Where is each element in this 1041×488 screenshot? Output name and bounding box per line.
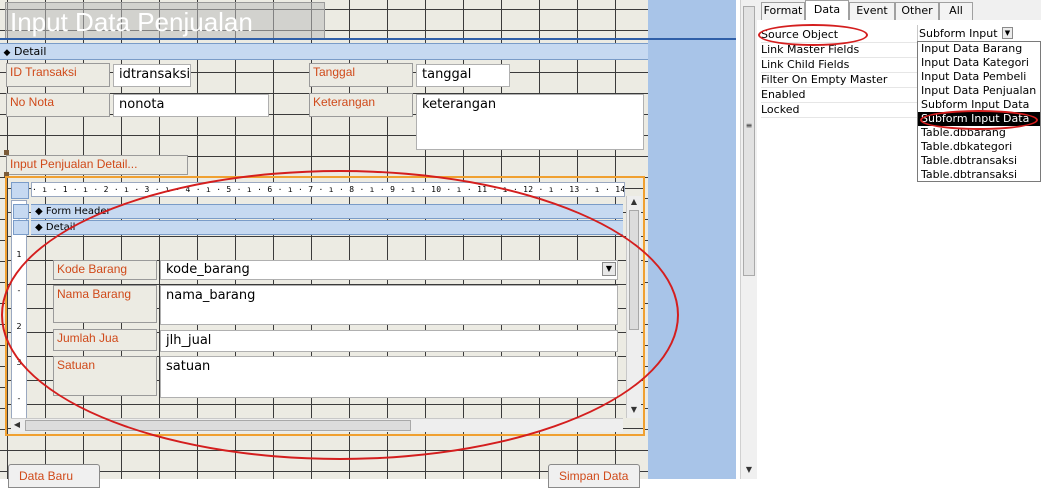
tab-data[interactable]: Data xyxy=(805,0,849,20)
field-nama-barang[interactable]: nama_barang xyxy=(160,285,618,325)
grip-icon: ≡ xyxy=(745,121,753,130)
dropdown-option[interactable]: Input Data Pembeli xyxy=(918,70,1040,84)
label-id-transaksi[interactable]: ID Transaksi xyxy=(6,63,110,87)
prop-enabled[interactable]: Enabled xyxy=(761,87,917,103)
data-baru-button[interactable]: Data Baru xyxy=(8,464,100,488)
detail-section-label: Detail xyxy=(14,45,47,58)
field-jlh-jual[interactable]: jlh_jual xyxy=(160,330,618,352)
subform-detail-label: Detail xyxy=(45,222,76,233)
dropdown-option-selected[interactable]: Subform Input Data xyxy=(918,112,1040,126)
dropdown-option[interactable]: Input Data Kategori xyxy=(918,56,1040,70)
tab-all[interactable]: All xyxy=(939,2,973,20)
tab-event[interactable]: Event xyxy=(849,2,895,20)
combo-kode-barang[interactable]: kode_barang ▼ xyxy=(160,260,618,280)
field-tanggal[interactable]: tanggal xyxy=(416,64,510,87)
field-satuan[interactable]: satuan xyxy=(160,356,618,398)
subform-vertical-scrollbar[interactable]: ▲ ▼ xyxy=(626,196,641,418)
tab-other[interactable]: Other xyxy=(895,2,939,20)
scroll-down-icon[interactable]: ▼ xyxy=(628,404,640,416)
label-satuan[interactable]: Satuan xyxy=(53,356,157,396)
label-kode-barang[interactable]: Kode Barang xyxy=(53,260,157,280)
prop-locked[interactable]: Locked xyxy=(761,102,917,118)
dropdown-option[interactable]: Table.dbkategori xyxy=(918,140,1040,154)
section-arrow-icon: ◆ xyxy=(3,48,11,58)
chevron-down-icon[interactable]: ▼ xyxy=(602,262,616,276)
detail-section-bar[interactable]: ◆ Detail xyxy=(0,43,648,60)
ruler-mark: - xyxy=(17,286,21,295)
ruler-mark: 1 xyxy=(16,250,22,259)
scroll-thumb[interactable] xyxy=(743,6,755,276)
section-arrow-icon: ◆ xyxy=(35,206,43,217)
tab-format[interactable]: Format xyxy=(761,2,805,20)
form-header-title[interactable]: Input Data Penjualan xyxy=(5,2,325,40)
subform-form-header-bar[interactable]: ◆ Form Header xyxy=(13,204,623,219)
label-nama-barang[interactable]: Nama Barang xyxy=(53,285,157,323)
form-design-surface[interactable]: Input Data Penjualan ◆ Detail ID Transaks… xyxy=(0,0,648,488)
dropdown-option[interactable]: Table.dbbarang xyxy=(918,126,1040,140)
prop-filter-on-empty-master[interactable]: Filter On Empty Master xyxy=(761,72,917,88)
scroll-thumb[interactable] xyxy=(629,210,639,330)
source-object-value[interactable]: Subform Input D xyxy=(919,27,1015,41)
dropdown-option[interactable]: Table.dbtransaksi xyxy=(918,168,1040,181)
ruler-mark: 3 xyxy=(16,358,22,367)
section-selector[interactable] xyxy=(13,220,29,235)
field-idtransaksi[interactable]: idtransaksi xyxy=(113,64,191,87)
field-nonota[interactable]: nonota xyxy=(113,94,269,117)
label-no-nota[interactable]: No Nota xyxy=(6,93,110,117)
design-side-strip xyxy=(648,0,736,479)
label-keterangan[interactable]: Keterangan xyxy=(309,93,413,117)
property-tabs: Format Data Event Other All xyxy=(757,0,1041,20)
subform-horizontal-scrollbar[interactable]: ◀ xyxy=(11,418,623,432)
ruler-mark: - xyxy=(17,394,21,403)
prop-link-master-fields[interactable]: Link Master Fields xyxy=(761,42,917,58)
subform-detail-bar[interactable]: ◆ Detail xyxy=(13,220,623,235)
header-divider xyxy=(0,38,736,40)
dropdown-option[interactable]: Table.dbtransaksi xyxy=(918,154,1040,168)
source-object-dropdown[interactable]: Input Data Barang Input Data Kategori In… xyxy=(917,41,1041,182)
property-sheet[interactable]: Format Data Event Other All Source Objec… xyxy=(757,0,1041,479)
scroll-thumb[interactable] xyxy=(25,420,411,431)
section-selector[interactable] xyxy=(13,204,29,219)
field-keterangan[interactable]: keterangan xyxy=(416,94,644,150)
subform-selector[interactable] xyxy=(11,182,29,199)
scroll-left-icon[interactable]: ◀ xyxy=(11,419,23,431)
ruler-mark: 2 xyxy=(16,322,22,331)
scroll-up-icon[interactable]: ▲ xyxy=(628,196,640,208)
label-jumlah-jual[interactable]: Jumlah Jua xyxy=(53,329,157,351)
scroll-down-icon[interactable]: ▼ xyxy=(743,464,755,476)
subform-caption-label[interactable]: Input Penjualan Detail... xyxy=(6,155,188,175)
dropdown-option[interactable]: Input Data Barang xyxy=(918,42,1040,56)
prop-link-child-fields[interactable]: Link Child Fields xyxy=(761,57,917,73)
section-arrow-icon: ◆ xyxy=(35,222,43,233)
chevron-down-icon[interactable]: ▼ xyxy=(1002,27,1013,39)
simpan-data-button[interactable]: Simpan Data xyxy=(548,464,640,488)
combo-value: kode_barang xyxy=(166,262,250,277)
subform-control[interactable]: · ı · 1 · ı · 2 · ı · 3 · ı · 4 · ı · 5 … xyxy=(5,176,645,436)
window-vertical-scrollbar[interactable]: ≡ ▼ xyxy=(740,0,757,479)
label-tanggal[interactable]: Tanggal xyxy=(309,63,413,87)
prop-source-object[interactable]: Source Object xyxy=(761,27,917,43)
dropdown-option[interactable]: Subform Input Data xyxy=(918,98,1040,112)
form-header-label: Form Header xyxy=(45,206,111,217)
dropdown-option[interactable]: Input Data Penjualan xyxy=(918,84,1040,98)
horizontal-ruler: · ı · 1 · ı · 2 · ı · 3 · ı · 4 · ı · 5 … xyxy=(31,182,625,197)
